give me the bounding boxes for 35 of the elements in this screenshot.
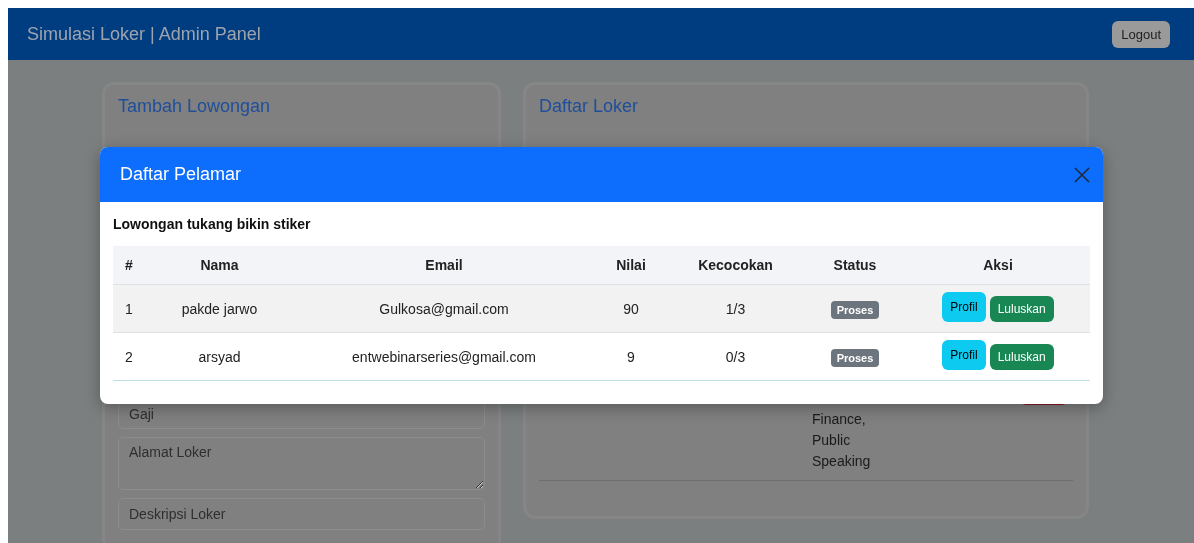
table-cell: 1 [113, 284, 146, 333]
input-field[interactable]: Deskripsi Loker [118, 498, 485, 530]
job-title: Lowongan tukang bikin stiker [113, 216, 312, 232]
column-header: Kecocokan [667, 246, 804, 285]
column-header: Status [804, 246, 906, 285]
table-cell: 1/3 [667, 284, 804, 333]
app-title: Simulasi Loker | Admin Panel [27, 23, 261, 45]
table-cell: entwebinarseries@gmail.com [293, 332, 595, 381]
logout-button[interactable]: Logout [1112, 20, 1170, 48]
profile-button[interactable]: Profil [942, 339, 986, 370]
table-cell: Gulkosa@gmail.com [293, 284, 595, 333]
card-title: Daftar Loker [539, 96, 640, 117]
column-header: Nilai [595, 246, 667, 285]
table-cell: pakde jarwo [146, 284, 293, 333]
table-cell: 9 [595, 332, 667, 381]
table-cell: 2 [113, 332, 146, 381]
column-header: # [113, 246, 146, 285]
table-cell: 0/3 [667, 332, 804, 381]
address-field[interactable]: Alamat Loker [118, 437, 485, 491]
status-badge: Proses [830, 348, 880, 367]
skill-text: Speaking [812, 452, 872, 471]
skill-text: Finance, [812, 410, 867, 429]
close-icon[interactable] [1074, 166, 1090, 183]
column-header: Email [293, 246, 595, 285]
card-title: Tambah Lowongan [118, 96, 272, 117]
status-badge: Proses [830, 300, 880, 319]
profile-button[interactable]: Profil [942, 291, 986, 322]
column-header: Nama [146, 246, 293, 285]
skill-text: Public [812, 431, 852, 450]
table-cell: arsyad [146, 332, 293, 381]
pass-button[interactable]: Luluskan [989, 295, 1054, 322]
column-header: Aksi [906, 246, 1090, 285]
pass-button[interactable]: Luluskan [989, 343, 1054, 370]
table-cell: 90 [595, 284, 667, 333]
modal-title: Daftar Pelamar [120, 164, 242, 185]
